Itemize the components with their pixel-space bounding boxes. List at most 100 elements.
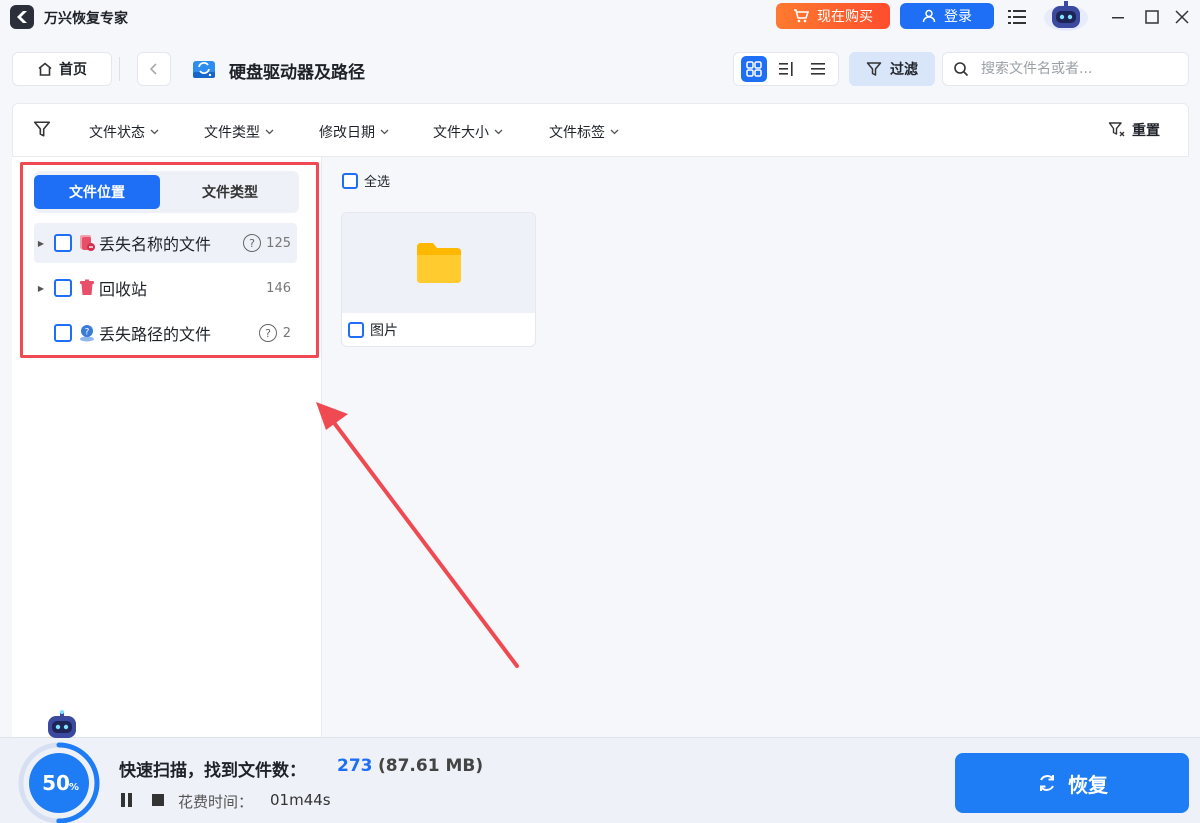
grid-view-icon[interactable] bbox=[741, 56, 767, 82]
chevron-down-icon bbox=[494, 129, 503, 135]
progress-percent-sign: % bbox=[69, 782, 79, 793]
checkbox[interactable] bbox=[54, 324, 72, 342]
stop-icon[interactable] bbox=[152, 794, 164, 806]
recover-button[interactable]: 恢复 bbox=[955, 753, 1189, 813]
search-icon bbox=[954, 62, 969, 77]
toolbar-divider bbox=[119, 57, 120, 81]
folder-label: 图片 bbox=[370, 323, 398, 339]
buy-now-label: 现在购买 bbox=[817, 9, 873, 25]
expand-arrow-icon[interactable]: ▶ bbox=[34, 239, 48, 248]
funnel-icon bbox=[866, 62, 882, 76]
filter-file-status[interactable]: 文件状态 bbox=[89, 122, 159, 142]
chevron-down-icon bbox=[380, 129, 389, 135]
filter-bar: 文件状态 文件类型 修改日期 文件大小 文件标签 重置 bbox=[12, 103, 1189, 157]
maximize-icon[interactable] bbox=[1140, 5, 1164, 29]
cart-icon bbox=[794, 9, 809, 23]
close-icon[interactable] bbox=[1170, 5, 1194, 29]
help-icon[interactable]: ? bbox=[243, 234, 261, 252]
filter-file-size-label: 文件大小 bbox=[433, 125, 489, 141]
chevron-down-icon bbox=[610, 129, 619, 135]
left-panel: 文件位置 文件类型 ▶ 丢失名称的文件 ? 125 ▶ 回收站 146 ? 丢失… bbox=[12, 157, 322, 737]
folder-thumbnail bbox=[342, 213, 535, 313]
search-input[interactable] bbox=[981, 61, 1161, 77]
tab-file-type[interactable]: 文件类型 bbox=[167, 175, 293, 209]
select-all-checkbox[interactable]: 全选 bbox=[342, 171, 390, 190]
app-logo-icon bbox=[10, 5, 34, 29]
chevron-down-icon bbox=[265, 129, 274, 135]
folder-card[interactable]: 图片 bbox=[341, 212, 536, 347]
select-all-label: 全选 bbox=[364, 175, 391, 190]
hard-drive-icon bbox=[190, 55, 218, 83]
pause-icon[interactable] bbox=[121, 793, 135, 807]
filter-file-type-label: 文件类型 bbox=[204, 125, 260, 141]
recover-icon bbox=[1040, 775, 1054, 791]
lost-name-file-icon bbox=[80, 235, 95, 251]
tree-item-count: 146 bbox=[266, 280, 291, 296]
login-label: 登录 bbox=[944, 9, 972, 25]
elapsed-time-label: 花费时间： bbox=[178, 793, 254, 811]
filter-file-type[interactable]: 文件类型 bbox=[204, 122, 274, 142]
folder-footer: 图片 bbox=[342, 313, 535, 346]
help-icon[interactable]: ? bbox=[259, 324, 277, 342]
list-view-icon[interactable] bbox=[805, 56, 831, 82]
progress-percent: 50 bbox=[42, 771, 70, 795]
home-label: 首页 bbox=[59, 62, 87, 78]
robot-avatar-icon[interactable] bbox=[1040, 0, 1092, 32]
chevron-down-icon bbox=[150, 129, 159, 135]
panel-tabs: 文件位置 文件类型 bbox=[34, 171, 299, 213]
filter-modified-date[interactable]: 修改日期 bbox=[319, 122, 389, 142]
home-button[interactable]: 首页 bbox=[12, 52, 112, 86]
detail-view-icon[interactable] bbox=[773, 56, 799, 82]
clear-filter-icon bbox=[1108, 122, 1125, 137]
checkbox[interactable] bbox=[54, 279, 72, 297]
scan-status-title: 快速扫描，找到文件数： bbox=[119, 761, 306, 781]
minimize-icon[interactable] bbox=[1106, 5, 1130, 29]
lost-path-file-icon: ? bbox=[80, 325, 94, 342]
reset-label: 重置 bbox=[1132, 123, 1160, 139]
tree-item-label: 回收站 bbox=[99, 280, 148, 299]
path-title: 硬盘驱动器及路径 bbox=[229, 63, 365, 83]
filter-file-tag[interactable]: 文件标签 bbox=[549, 122, 619, 142]
tree-item-lost-name-files[interactable]: ▶ 丢失名称的文件 ? 125 bbox=[34, 223, 297, 263]
tree-item-count: 2 bbox=[282, 325, 291, 341]
expand-arrow-icon[interactable]: ▶ bbox=[34, 284, 48, 293]
main-content: 全选 图片 bbox=[322, 157, 1189, 737]
buy-now-button[interactable]: 现在购买 bbox=[776, 3, 890, 29]
recover-label: 恢复 bbox=[1068, 772, 1108, 797]
home-icon bbox=[38, 62, 52, 76]
tree-item-count: 125 bbox=[266, 235, 291, 251]
menu-icon[interactable] bbox=[1005, 5, 1029, 29]
filter-modified-date-label: 修改日期 bbox=[319, 125, 375, 141]
checkbox[interactable] bbox=[342, 172, 358, 189]
tree-item-label: 丢失路径的文件 bbox=[99, 325, 212, 344]
login-button[interactable]: 登录 bbox=[900, 3, 994, 29]
filter-file-status-label: 文件状态 bbox=[89, 125, 145, 141]
found-file-count: 273 bbox=[337, 756, 373, 776]
view-mode-group bbox=[733, 52, 839, 86]
elapsed-time-value: 01m44s bbox=[270, 791, 331, 809]
robot-mascot-icon bbox=[42, 710, 82, 742]
scan-progress-ring: 50 % bbox=[18, 742, 100, 823]
title-bar: 万兴恢复专家 现在购买 登录 bbox=[0, 0, 1200, 34]
app-title: 万兴恢复专家 bbox=[44, 11, 128, 27]
search-box bbox=[942, 52, 1189, 86]
folder-icon bbox=[416, 243, 461, 283]
filter-label: 过滤 bbox=[890, 62, 918, 78]
svg-text:?: ? bbox=[85, 328, 90, 338]
filter-file-size[interactable]: 文件大小 bbox=[433, 122, 503, 142]
checkbox[interactable] bbox=[54, 234, 72, 252]
tree-item-lost-path-files[interactable]: ? 丢失路径的文件 ? 2 bbox=[34, 313, 297, 353]
chevron-left-icon bbox=[149, 63, 157, 75]
filter-funnel-icon bbox=[33, 120, 51, 142]
tree-item-label: 丢失名称的文件 bbox=[99, 235, 212, 254]
recycle-bin-icon bbox=[80, 279, 94, 295]
user-icon bbox=[922, 9, 936, 23]
found-file-size: (87.61 MB) bbox=[378, 756, 484, 776]
filter-button[interactable]: 过滤 bbox=[849, 52, 935, 86]
back-button[interactable] bbox=[137, 52, 171, 86]
tab-file-location[interactable]: 文件位置 bbox=[34, 175, 160, 209]
filter-file-tag-label: 文件标签 bbox=[549, 125, 605, 141]
tree-item-recycle-bin[interactable]: ▶ 回收站 146 bbox=[34, 268, 297, 308]
reset-button[interactable]: 重置 bbox=[1108, 120, 1160, 140]
checkbox[interactable] bbox=[348, 322, 364, 338]
